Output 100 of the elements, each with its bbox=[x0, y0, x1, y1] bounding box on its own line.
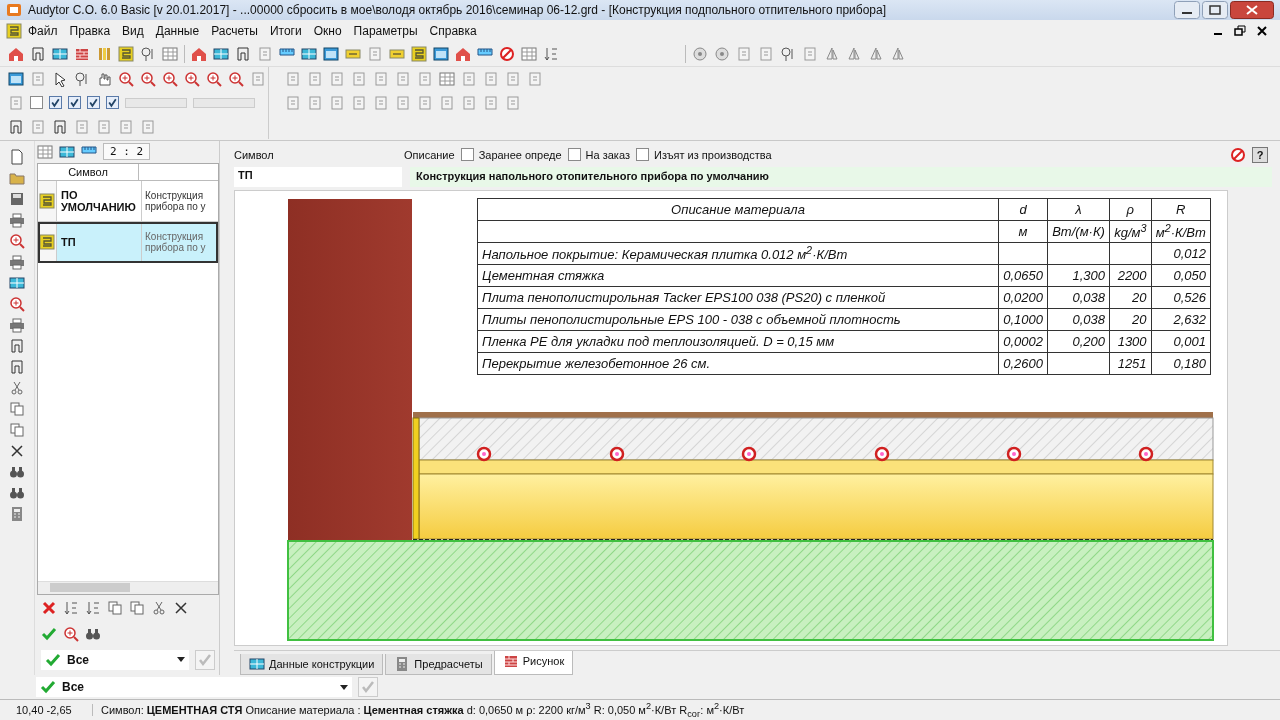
menu-item[interactable]: Окно bbox=[307, 23, 348, 38]
house-icon[interactable] bbox=[8, 45, 24, 62]
ratio-field[interactable]: 2 : 2 bbox=[103, 143, 151, 161]
tab[interactable]: Рисунок bbox=[493, 650, 574, 675]
printer-icon[interactable] bbox=[9, 211, 25, 228]
panel-icon[interactable] bbox=[213, 45, 229, 62]
menu-item[interactable]: Итоги bbox=[263, 23, 308, 38]
coil-icon[interactable] bbox=[6, 22, 22, 39]
zoom-icon[interactable] bbox=[206, 70, 222, 87]
zoom-icon[interactable] bbox=[9, 232, 25, 249]
pointer-icon[interactable] bbox=[52, 70, 68, 87]
zoom-icon[interactable] bbox=[184, 70, 200, 87]
coil-icon[interactable] bbox=[118, 45, 134, 62]
toolbar-checkbox[interactable] bbox=[68, 96, 81, 110]
zoom-icon[interactable] bbox=[140, 70, 156, 87]
description-field[interactable]: Конструкция напольного отопительного прибора по умолчанию bbox=[410, 166, 1272, 187]
stop-icon[interactable] bbox=[499, 45, 515, 62]
toolbar-checkbox[interactable] bbox=[87, 96, 100, 110]
apply-button[interactable] bbox=[358, 677, 378, 698]
panel-icon[interactable] bbox=[52, 45, 68, 62]
window-icon[interactable] bbox=[323, 45, 339, 62]
delete-icon[interactable] bbox=[41, 599, 57, 616]
toolbar-checkbox[interactable] bbox=[106, 96, 119, 110]
column-header[interactable]: Символ bbox=[38, 163, 139, 180]
checkbox[interactable] bbox=[460, 148, 474, 162]
menu-item[interactable]: Параметры bbox=[347, 23, 424, 38]
calculator-icon[interactable] bbox=[9, 505, 25, 522]
sort-icon[interactable] bbox=[85, 599, 101, 616]
filter-dropdown[interactable]: Все bbox=[36, 677, 352, 698]
disc-icon[interactable] bbox=[692, 45, 708, 62]
panel-icon[interactable] bbox=[59, 143, 75, 160]
printer-icon[interactable] bbox=[9, 253, 25, 270]
menu-item[interactable]: Расчеты bbox=[205, 23, 264, 38]
panel-icon[interactable] bbox=[301, 45, 317, 62]
pin-icon[interactable] bbox=[140, 45, 156, 62]
help-button[interactable]: ? bbox=[1252, 146, 1268, 163]
menu-item[interactable]: Правка bbox=[63, 23, 117, 38]
zoom-icon[interactable] bbox=[9, 295, 25, 312]
triangle-icon[interactable] bbox=[890, 45, 906, 62]
restore-icon[interactable] bbox=[1234, 24, 1246, 37]
check-icon[interactable] bbox=[45, 651, 61, 668]
zoom-icon[interactable] bbox=[63, 625, 79, 642]
list-row[interactable]: ПО УМОЛЧАНИЮ Конструкция прибора по у bbox=[38, 180, 218, 222]
window-icon[interactable] bbox=[433, 45, 449, 62]
triangle-icon[interactable] bbox=[824, 45, 840, 62]
filter-dropdown[interactable]: Все bbox=[41, 649, 189, 670]
frame-icon[interactable] bbox=[9, 337, 25, 354]
window-icon[interactable] bbox=[8, 70, 24, 87]
check-icon[interactable] bbox=[40, 679, 56, 696]
frame-icon[interactable] bbox=[235, 45, 251, 62]
zoom-icon[interactable] bbox=[162, 70, 178, 87]
triangle-icon[interactable] bbox=[846, 45, 862, 62]
cross-icon[interactable] bbox=[9, 442, 25, 459]
pin-icon[interactable] bbox=[74, 70, 90, 87]
triangle-icon[interactable] bbox=[868, 45, 884, 62]
cross-icon[interactable] bbox=[173, 599, 189, 616]
save-icon[interactable] bbox=[9, 190, 25, 207]
house-icon[interactable] bbox=[191, 45, 207, 62]
table-icon[interactable] bbox=[162, 45, 178, 62]
copy-icon[interactable] bbox=[9, 400, 25, 417]
frame-icon[interactable] bbox=[9, 358, 25, 375]
slider-track[interactable] bbox=[125, 97, 187, 108]
menu-item[interactable]: Справка bbox=[423, 23, 483, 38]
panel-icon[interactable] bbox=[9, 274, 25, 291]
checkbox[interactable] bbox=[567, 148, 581, 162]
close-icon[interactable] bbox=[1256, 24, 1268, 37]
table-icon[interactable] bbox=[521, 45, 537, 62]
panel-icon[interactable] bbox=[249, 655, 265, 672]
zoom-icon[interactable] bbox=[228, 70, 244, 87]
menu-item[interactable]: Вид bbox=[116, 23, 150, 38]
bars-icon[interactable] bbox=[96, 45, 112, 62]
frame-icon[interactable] bbox=[30, 45, 46, 62]
apply-button[interactable] bbox=[195, 649, 215, 670]
sort-icon[interactable] bbox=[543, 45, 559, 62]
printer-icon[interactable] bbox=[9, 316, 25, 333]
checkbox[interactable] bbox=[635, 148, 649, 162]
list-row[interactable]: ТП Конструкция прибора по у bbox=[38, 221, 218, 263]
coil-icon[interactable] bbox=[39, 233, 55, 250]
frame-icon[interactable] bbox=[8, 118, 24, 135]
close-button[interactable] bbox=[1230, 0, 1274, 19]
sort-icon[interactable] bbox=[63, 599, 79, 616]
document-icon[interactable] bbox=[9, 148, 25, 165]
copy-icon[interactable] bbox=[129, 599, 145, 616]
table-icon[interactable] bbox=[37, 143, 53, 160]
check-icon[interactable] bbox=[41, 625, 57, 642]
tab[interactable]: Предрасчеты bbox=[385, 653, 492, 675]
minimize-button[interactable] bbox=[1174, 0, 1200, 19]
menu-item[interactable]: Файл bbox=[22, 23, 64, 38]
toolbar-checkbox[interactable] bbox=[49, 96, 62, 110]
tab[interactable]: Данные конструкции bbox=[240, 653, 384, 675]
coil-icon[interactable] bbox=[39, 192, 55, 209]
menu-item[interactable]: Данные bbox=[149, 23, 206, 38]
coil-icon[interactable] bbox=[411, 45, 427, 62]
symbol-field[interactable]: ТП bbox=[234, 166, 402, 187]
maximize-button[interactable] bbox=[1202, 0, 1228, 19]
disc-icon[interactable] bbox=[714, 45, 730, 62]
cut-icon[interactable] bbox=[9, 379, 25, 396]
toolbar-checkbox[interactable] bbox=[30, 96, 43, 110]
frame-icon[interactable] bbox=[52, 118, 68, 135]
zoom-icon[interactable] bbox=[118, 70, 134, 87]
